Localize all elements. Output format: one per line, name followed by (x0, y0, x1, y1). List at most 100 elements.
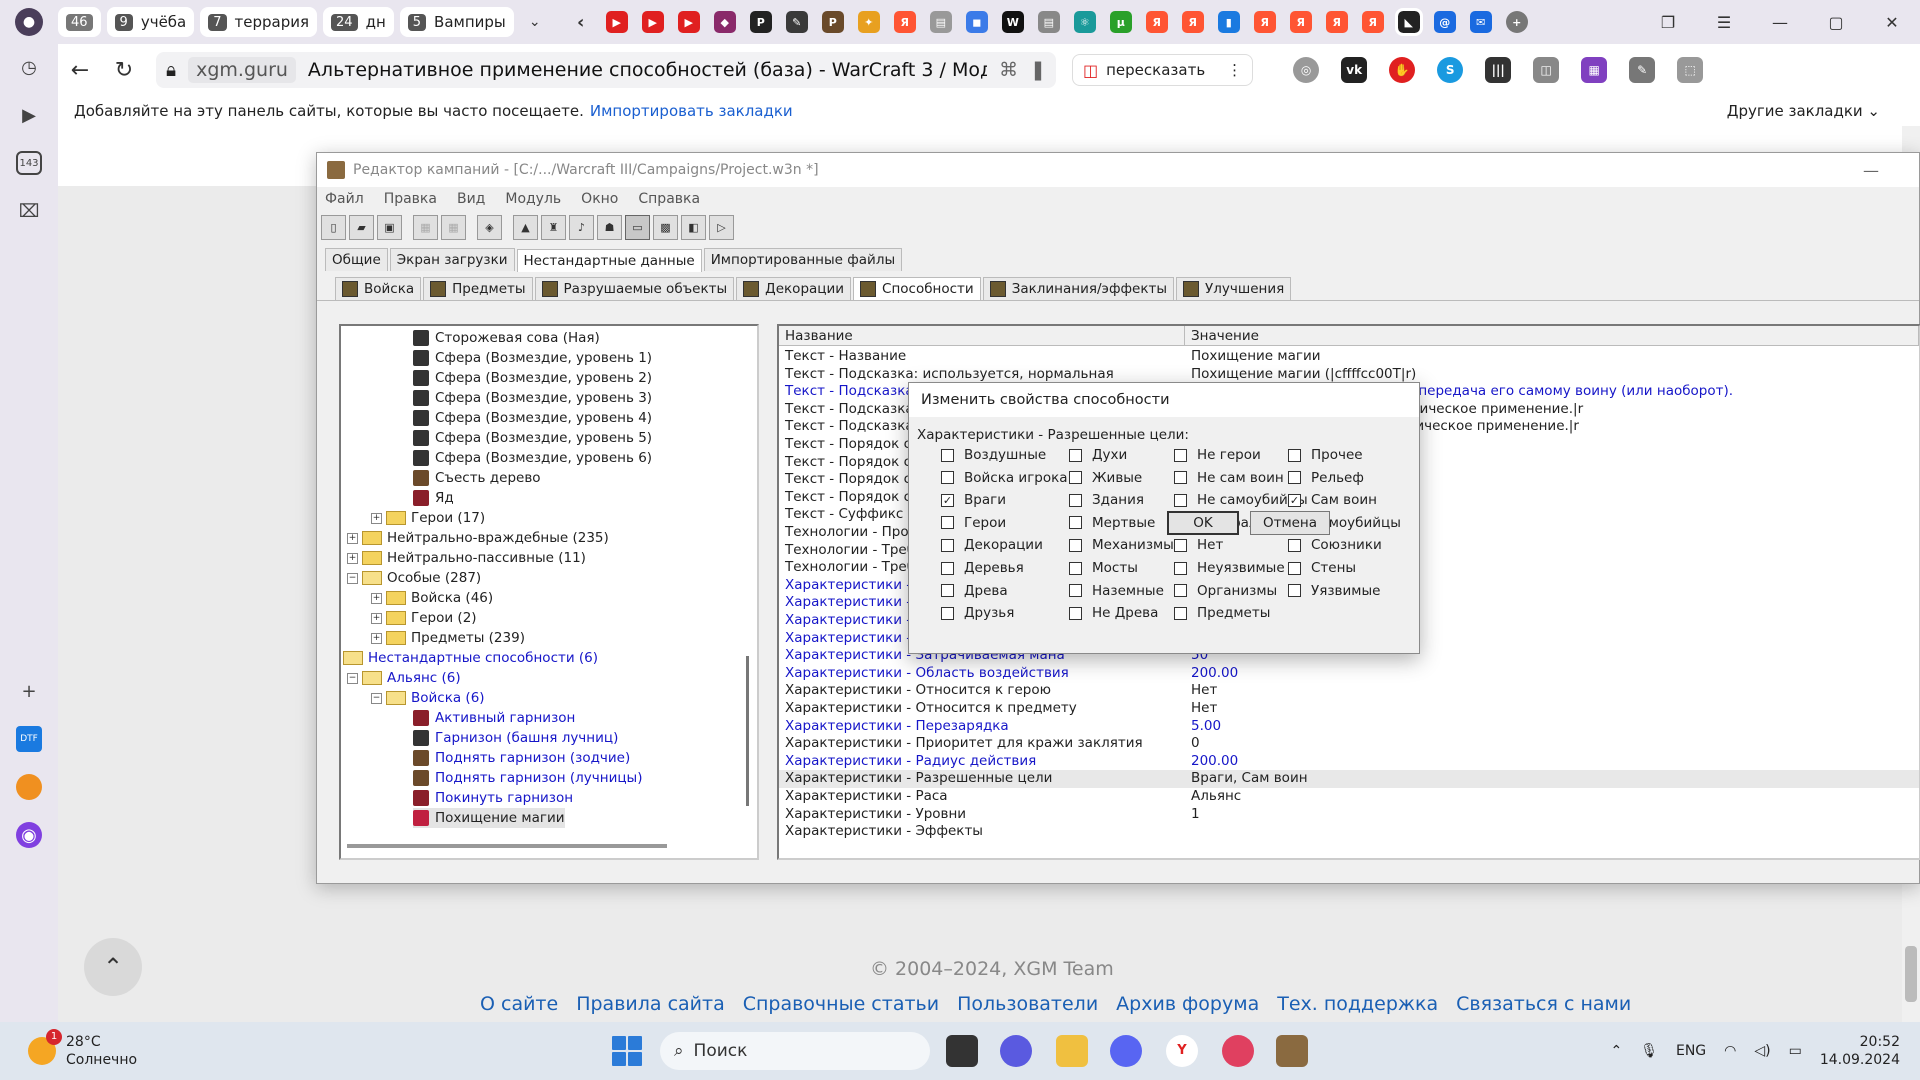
app-icon[interactable] (1222, 1035, 1254, 1067)
tree-item[interactable]: Сфера (Возмездие, уровень 6) (413, 448, 652, 468)
new-tab-icon[interactable]: + (1505, 11, 1528, 33)
weather-widget[interactable]: 1 28°C Солнечно (28, 1029, 137, 1069)
adblock-icon[interactable]: ✋ (1389, 57, 1416, 83)
target-checkbox[interactable]: Уязвимые (1288, 583, 1380, 599)
tree-item[interactable]: Сфера (Возмездие, уровень 3) (413, 388, 652, 408)
yandex-tab-icon[interactable]: Я (1289, 11, 1312, 33)
property-row[interactable]: Характеристики - Уровни 1 (779, 806, 1919, 824)
expand-icon[interactable]: + (371, 612, 382, 624)
teams-icon[interactable] (1000, 1035, 1032, 1067)
tree-folder[interactable]: + Предметы (239) (371, 628, 525, 648)
tree-item[interactable]: Поднять гарнизон (зодчие) (413, 748, 630, 768)
ai-editor-icon[interactable]: ▩ (653, 214, 678, 240)
extension-icon[interactable]: ✎ (1629, 57, 1656, 83)
expand-icon[interactable]: + (347, 552, 358, 564)
tab-loading-screen[interactable]: Экран загрузки (389, 248, 515, 271)
extension-icon[interactable]: ◫ (1533, 57, 1560, 83)
ok-button[interactable]: OK (1167, 511, 1239, 535)
target-checkbox[interactable]: Рельеф (1288, 470, 1364, 486)
app-icon[interactable] (16, 774, 42, 800)
test-map-icon[interactable]: ▷ (709, 214, 734, 240)
world-editor-icon[interactable] (1276, 1035, 1308, 1067)
clock[interactable]: 20:52 14.09.2024 (1820, 1033, 1900, 1069)
minimize-icon[interactable]: — (1863, 161, 1879, 180)
column-value-header[interactable]: Значение (1185, 326, 1919, 345)
tab-abilities[interactable]: Способности (853, 277, 981, 300)
checkbox-unchecked-icon[interactable] (1069, 448, 1082, 462)
tabs-overview-icon[interactable]: ❐ (1640, 13, 1696, 32)
checkbox-unchecked-icon[interactable] (941, 606, 954, 620)
target-checkbox[interactable]: Мертвые (1069, 515, 1155, 531)
paste-icon[interactable]: ▦ (441, 214, 466, 240)
checkbox-unchecked-icon[interactable] (1288, 561, 1301, 575)
checkbox-unchecked-icon[interactable] (941, 516, 954, 530)
cancel-button[interactable]: Отмена (1250, 511, 1330, 535)
start-button[interactable] (612, 1036, 642, 1066)
vk-icon[interactable]: vk (1341, 57, 1368, 83)
checkbox-unchecked-icon[interactable] (1288, 538, 1301, 552)
target-checkbox[interactable]: Стены (1288, 560, 1356, 576)
back-icon[interactable]: ← (58, 58, 102, 83)
property-row[interactable]: Характеристики - Приоритет для кражи зак… (779, 735, 1919, 753)
checkbox-unchecked-icon[interactable] (1174, 606, 1187, 620)
checkbox-unchecked-icon[interactable] (1174, 448, 1187, 462)
battery-icon[interactable]: ▭ (1789, 1043, 1802, 1059)
torrent-tab-icon[interactable]: µ (1109, 11, 1132, 33)
target-checkbox[interactable]: Мосты (1069, 560, 1138, 576)
document-tab-icon[interactable]: ▤ (1037, 11, 1060, 33)
wifi-icon[interactable]: ◠ (1724, 1043, 1736, 1059)
expand-icon[interactable]: + (371, 592, 382, 604)
translate-icon[interactable]: ⌘ (999, 59, 1018, 81)
object-editor-icon[interactable]: ☗ (597, 214, 622, 240)
counter-badge[interactable]: 143 (16, 150, 42, 176)
menu-window[interactable]: Окно (581, 191, 618, 207)
site-tab-icon[interactable]: P (821, 11, 844, 33)
yandex-tab-icon[interactable]: Я (1145, 11, 1168, 33)
tab-buffs-effects[interactable]: Заклинания/эффекты (982, 277, 1175, 300)
tree-folder[interactable]: − Войска (6) (371, 688, 485, 708)
tray-expand-icon[interactable]: ⌃ (1610, 1043, 1622, 1059)
history-icon[interactable]: ◷ (16, 54, 42, 80)
mail-tab-icon[interactable]: @ (1433, 11, 1456, 33)
site-tab-icon[interactable]: ✦ (857, 11, 880, 33)
yandex-tab-icon[interactable]: Я (1325, 11, 1348, 33)
target-checkbox[interactable]: Организмы (1174, 583, 1277, 599)
campaign-editor-icon[interactable]: ▭ (625, 214, 650, 240)
checkbox-unchecked-icon[interactable] (941, 584, 954, 598)
target-checkbox[interactable]: Декорации (941, 537, 1043, 553)
target-checkbox[interactable]: Прочее (1288, 447, 1363, 463)
collapse-icon[interactable]: − (371, 692, 382, 704)
restore-icon[interactable]: ▢ (1808, 13, 1864, 32)
target-checkbox[interactable]: Здания (1069, 492, 1144, 508)
minimize-icon[interactable]: — (1752, 13, 1808, 32)
tab-units[interactable]: Войска (335, 277, 422, 300)
menu-edit[interactable]: Правка (384, 191, 437, 207)
expand-icon[interactable]: + (347, 532, 358, 544)
discord-icon[interactable] (1110, 1035, 1142, 1067)
footer-link[interactable]: Справочные статьи (743, 993, 939, 1015)
expand-icon[interactable]: + (371, 632, 382, 644)
footer-link[interactable]: Пользователи (957, 993, 1098, 1015)
property-row[interactable]: Характеристики - Относится к герою Нет (779, 682, 1919, 700)
terrain-editor-icon[interactable]: ◈ (477, 214, 502, 240)
tab-upgrades[interactable]: Улучшения (1176, 277, 1292, 300)
taskbar-search[interactable]: ⌕ Поиск (660, 1032, 930, 1070)
target-checkbox[interactable]: Друзья (941, 605, 1014, 621)
property-row[interactable]: Характеристики - Разрешенные цели Враги, … (779, 770, 1919, 788)
tree-folder[interactable]: + Герои (2) (371, 608, 477, 628)
collapse-icon[interactable]: − (347, 572, 358, 584)
new-file-icon[interactable]: ▯ (321, 214, 346, 240)
checkbox-unchecked-icon[interactable] (1174, 493, 1187, 507)
scroll-to-top-button[interactable]: ⌃ (84, 938, 142, 996)
play-icon[interactable]: ▶ (16, 102, 42, 128)
profile-button[interactable]: ● (0, 0, 58, 44)
checkbox-unchecked-icon[interactable] (1174, 561, 1187, 575)
document-tab-icon[interactable]: ▤ (929, 11, 952, 33)
close-icon[interactable]: ✕ (1864, 13, 1920, 32)
menu-module[interactable]: Модуль (505, 191, 561, 207)
microphone-icon[interactable]: 🎙︎ (1640, 1043, 1658, 1059)
menu-view[interactable]: Вид (457, 191, 485, 207)
tree-item[interactable]: Поднять гарнизон (лучницы) (413, 768, 642, 788)
yandex-browser-icon[interactable]: Y (1166, 1035, 1198, 1067)
property-row[interactable]: Характеристики - Перезарядка 5.00 (779, 718, 1919, 736)
